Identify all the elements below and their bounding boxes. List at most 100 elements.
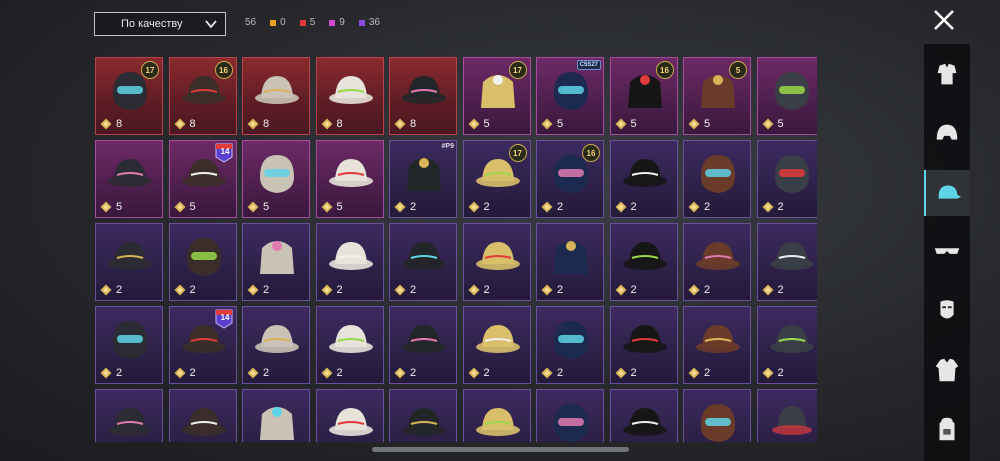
quality-count-value: 5 [309,17,316,28]
item-tile[interactable]: 2 [462,306,531,384]
item-tile[interactable]: 2 [609,223,678,301]
coin-icon [394,367,406,379]
item-tile[interactable]: 2 #P9 [389,140,457,218]
item-price: 2 [174,367,196,379]
item-tile[interactable]: 2 [242,306,310,384]
sidebar-item-helmet[interactable] [924,111,970,157]
coin-icon [247,118,259,130]
item-tile[interactable]: 2 [536,389,604,442]
sidebar-item-glasses[interactable] [924,229,970,275]
sidebar-item-cap[interactable] [924,170,970,216]
item-price: 2 [468,367,490,379]
item-tile[interactable]: 2 16 [536,140,604,218]
item-price-value: 2 [263,367,270,379]
item-tile[interactable]: 2 14 [168,306,237,384]
item-tile[interactable]: 5 [315,140,384,218]
moto-helmet-icon [774,72,809,110]
item-tile[interactable]: 2 [315,306,384,384]
item-tile[interactable]: 2 [95,223,163,301]
item-tile[interactable]: 8 [242,57,310,135]
item-price-value: 2 [189,284,196,296]
item-tile[interactable]: 5 [95,140,163,218]
item-counts: 56 0 5 9 36 [245,17,394,28]
mesh-helmet-icon [554,404,588,442]
item-tile[interactable]: 2 [756,389,817,442]
sort-dropdown[interactable]: По качеству [94,12,226,36]
item-tile[interactable]: 2 [389,306,457,384]
sidebar-item-jacket[interactable] [924,347,970,393]
outfit-icon [937,63,957,85]
sidebar-item-outfit[interactable] [924,52,970,98]
item-tile[interactable]: 2 [462,389,531,442]
coin-icon [247,284,259,296]
item-tile[interactable]: 55 [683,57,751,135]
coin-icon [615,367,626,379]
item-tile[interactable]: 5 [242,140,310,218]
item-tile[interactable]: 2 [683,306,751,384]
conical-hat-icon [402,325,446,353]
item-tile[interactable]: 5 16 [609,57,678,135]
coin-icon [688,284,700,296]
quality-color-swatch [299,19,306,26]
item-price: 2 [688,201,710,213]
item-price: 2 [100,284,122,296]
royale-pass-badge-value: 14 [220,147,230,156]
item-tile[interactable]: 2 [242,223,310,301]
item-tile[interactable]: 5 [756,57,817,135]
coin-icon [394,284,406,296]
item-tile[interactable]: 2 [609,140,678,218]
item-tile[interactable]: 8 [315,57,384,135]
item-tile[interactable]: 5 17 [462,57,531,135]
coin-icon [321,367,332,379]
item-tile[interactable]: 2 [756,306,817,384]
item-tile[interactable]: 2 [683,223,751,301]
coin-icon [762,201,773,213]
item-tile[interactable]: 2 [315,223,384,301]
item-tile[interactable]: 2 [609,389,678,442]
item-tile[interactable]: 2 [609,306,678,384]
coin-icon [688,118,700,130]
item-price: 2 [541,367,563,379]
level-badge-value: 5 [735,65,741,75]
close-icon[interactable] [932,8,956,32]
sun-hat-icon [475,242,520,270]
item-tile[interactable]: 2 [168,223,237,301]
sidebar-item-backpack[interactable] [924,406,970,452]
item-tile[interactable]: 2 [756,223,817,301]
item-tile[interactable]: 2 [95,389,163,442]
item-price: 5 [100,201,122,213]
gas-mask-helmet-icon [701,155,735,193]
item-price-value: 2 [336,284,343,296]
item-tile[interactable]: 2 [683,389,751,442]
sidebar-item-mask[interactable] [924,288,970,334]
item-tile[interactable]: 2 [536,223,604,301]
item-tile[interactable]: 2 [389,389,457,442]
item-tile[interactable]: 2 [389,223,457,301]
item-tile[interactable]: 2 [315,389,384,442]
item-price: 5 [541,118,563,130]
item-tile[interactable]: 8 17 [95,57,163,135]
sailor-cap-icon [328,408,373,436]
item-tile[interactable]: 2 17 [462,140,531,218]
item-tile[interactable]: 2 [242,389,310,442]
item-price: 8 [321,118,343,130]
item-tile[interactable]: 5 C5S27 [536,57,604,135]
item-tile[interactable]: 2 [536,306,604,384]
item-tile[interactable]: 2 [168,389,237,442]
item-tile[interactable]: 8 16 [168,57,237,135]
item-tile[interactable]: 8 [389,57,457,135]
burger-hat-icon [181,408,226,436]
item-tile[interactable]: 5 14 [168,140,237,218]
item-tile[interactable]: 2 [683,140,751,218]
item-tile[interactable]: 2 [95,306,163,384]
coin-icon [321,201,332,213]
coin-icon [100,201,112,213]
horizontal-scrollbar[interactable] [372,447,629,452]
item-price-value: 5 [704,118,711,130]
item-tile[interactable]: 2 [462,223,531,301]
item-price: 2 [394,367,416,379]
item-tile[interactable]: 2 [756,140,817,218]
cat-ears-icon [260,241,294,274]
frog-hat-icon [108,159,152,187]
glasses-icon [934,248,960,254]
